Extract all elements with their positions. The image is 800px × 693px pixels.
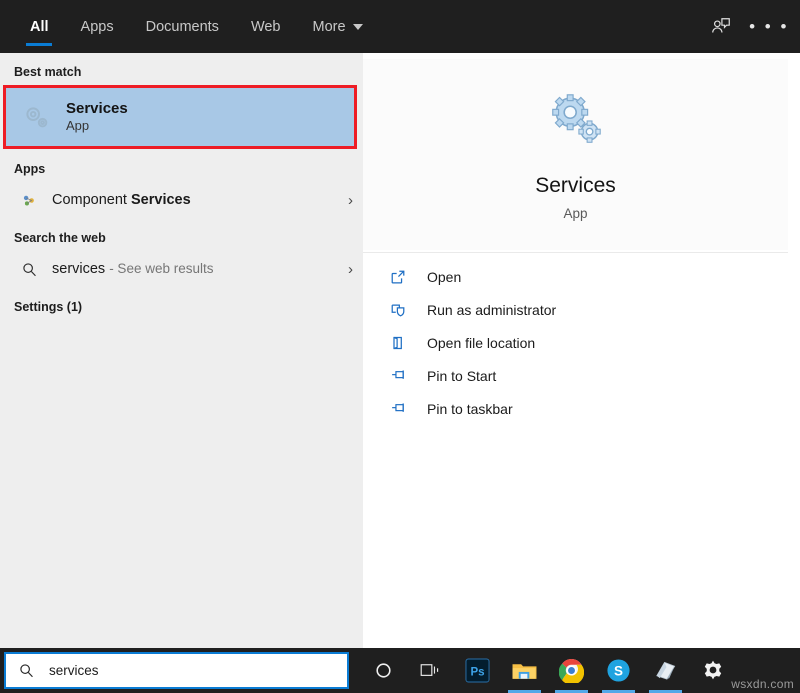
- tabbar-actions: • • •: [700, 0, 790, 53]
- chevron-down-icon: [353, 24, 363, 30]
- tab-list: All Apps Documents Web More: [0, 0, 379, 53]
- taskbar-search-box[interactable]: services: [4, 652, 349, 689]
- tab-all[interactable]: All: [14, 0, 65, 53]
- file-explorer-icon[interactable]: [501, 648, 548, 693]
- search-icon: [18, 662, 35, 679]
- tab-web-label: Web: [251, 19, 281, 35]
- best-match-header: Best match: [0, 53, 363, 85]
- sticky-notes-icon[interactable]: [642, 648, 689, 693]
- settings-header: Settings (1): [0, 287, 363, 320]
- tab-more-label: More: [313, 19, 346, 35]
- chevron-right-icon[interactable]: ›: [348, 261, 353, 278]
- apps-header: Apps: [0, 149, 363, 182]
- folder-open-icon: [387, 335, 409, 351]
- ellipsis-icon[interactable]: • • •: [748, 7, 790, 47]
- preview-actions: Open Run as administrator: [363, 260, 788, 425]
- best-match-subtitle: App: [66, 119, 128, 133]
- preview-app-name: Services: [535, 174, 616, 198]
- result-item-web-search[interactable]: services - See web results ›: [0, 251, 363, 287]
- best-match-texts: Services App: [66, 101, 128, 134]
- action-open[interactable]: Open: [363, 260, 788, 293]
- search-tabbar: All Apps Documents Web More: [0, 0, 800, 53]
- svg-text:S: S: [614, 663, 623, 678]
- component-services-icon: [14, 192, 44, 209]
- svg-text:Ps: Ps: [470, 666, 484, 678]
- preview-app-type: App: [563, 206, 587, 221]
- tab-documents[interactable]: Documents: [130, 0, 235, 53]
- task-view-icon[interactable]: [407, 648, 454, 693]
- tab-apps-label: Apps: [81, 19, 114, 35]
- preview-pane: Services App Open: [363, 53, 800, 648]
- action-pin-to-taskbar-label: Pin to taskbar: [427, 401, 513, 417]
- tab-web[interactable]: Web: [235, 0, 297, 53]
- result-item-component-services[interactable]: Component Services ›: [0, 182, 363, 218]
- preview-divider: [363, 252, 788, 253]
- search-icon: [14, 261, 44, 278]
- action-pin-to-start[interactable]: Pin to Start: [363, 359, 788, 392]
- chrome-icon[interactable]: [548, 648, 595, 693]
- chevron-right-icon[interactable]: ›: [348, 192, 353, 209]
- best-match-title: Services: [66, 101, 128, 118]
- search-web-header: Search the web: [0, 218, 363, 251]
- action-run-as-administrator-label: Run as administrator: [427, 302, 556, 318]
- result-item-services[interactable]: Services App: [6, 88, 354, 146]
- gears-icon: [16, 97, 56, 137]
- web-search-suffix: - See web results: [109, 261, 213, 276]
- action-open-file-location[interactable]: Open file location: [363, 326, 788, 359]
- settings-gear-icon[interactable]: [689, 648, 736, 693]
- tab-more[interactable]: More: [297, 0, 379, 53]
- watermark: wsxdn.com: [731, 677, 794, 691]
- tab-all-label: All: [30, 19, 49, 35]
- best-match-highlight-box: Services App: [3, 85, 357, 149]
- search-input[interactable]: services: [49, 663, 99, 678]
- component-services-label-normal: Component: [52, 192, 131, 208]
- cortana-icon[interactable]: [360, 648, 407, 693]
- skype-icon[interactable]: S: [595, 648, 642, 693]
- photoshop-icon[interactable]: Ps: [454, 648, 501, 693]
- gears-icon: [545, 89, 607, 156]
- web-search-label: services - See web results: [52, 261, 213, 277]
- web-search-query: services: [52, 261, 105, 277]
- open-external-icon: [387, 269, 409, 285]
- tab-apps[interactable]: Apps: [65, 0, 130, 53]
- action-open-label: Open: [427, 269, 461, 285]
- shield-admin-icon: [387, 302, 409, 318]
- feedback-person-icon[interactable]: [700, 7, 742, 47]
- action-pin-to-taskbar[interactable]: Pin to taskbar: [363, 392, 788, 425]
- action-pin-to-start-label: Pin to Start: [427, 368, 496, 384]
- preview-card: Services App: [363, 59, 788, 250]
- taskbar-app-tray: Ps: [360, 648, 736, 693]
- component-services-label: Component Services: [52, 192, 191, 208]
- ellipsis-glyph: • • •: [749, 18, 789, 35]
- taskbar: services Ps: [0, 648, 800, 693]
- component-services-label-bold: Services: [131, 192, 191, 208]
- pin-icon: [387, 367, 409, 384]
- results-pane: Best match Services App: [0, 53, 363, 648]
- action-open-file-location-label: Open file location: [427, 335, 535, 351]
- tab-documents-label: Documents: [146, 19, 219, 35]
- search-overlay: All Apps Documents Web More: [0, 0, 800, 693]
- action-run-as-administrator[interactable]: Run as administrator: [363, 293, 788, 326]
- pin-icon: [387, 400, 409, 417]
